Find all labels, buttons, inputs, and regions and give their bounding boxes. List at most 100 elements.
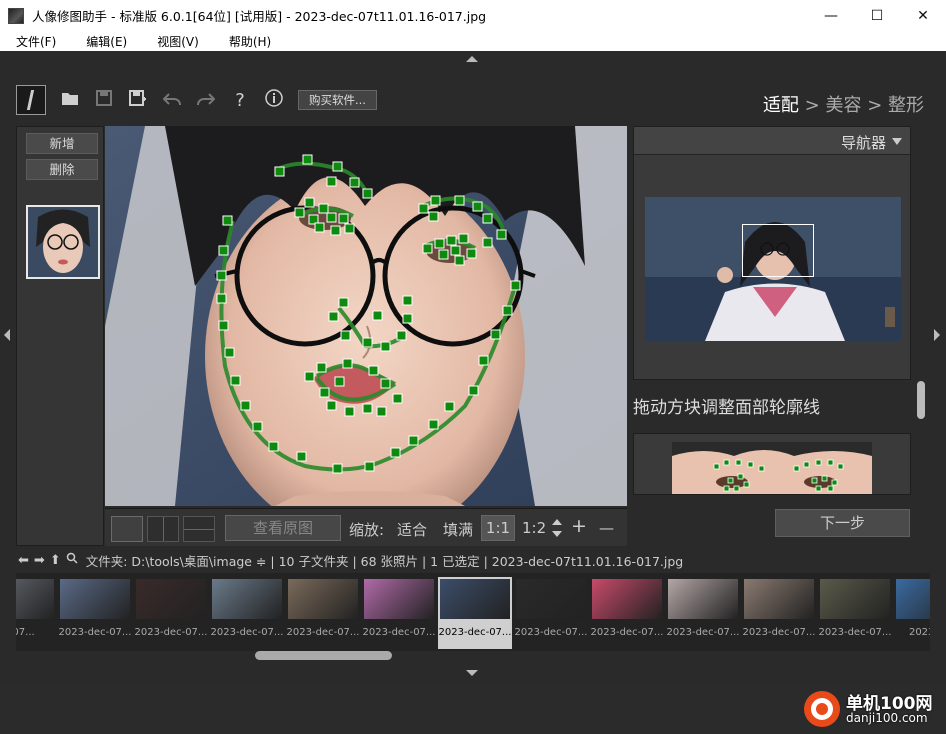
search-icon[interactable] <box>66 552 78 568</box>
main-area: ? 购买软件... 适配 > 美容 > 整形 新增 删除 查看原图 缩放: 适合… <box>0 51 946 727</box>
filmstrip-scrollbar[interactable] <box>255 651 392 660</box>
filmstrip-item[interactable]: 2023-dec-07... <box>58 577 132 649</box>
step-reshape[interactable]: 整形 <box>888 95 924 116</box>
collapse-left-arrow-icon[interactable] <box>4 329 10 341</box>
close-button[interactable]: ✕ <box>900 0 946 31</box>
single-view-icon[interactable] <box>111 516 143 542</box>
filmstrip-thumbnail[interactable] <box>136 579 206 619</box>
filmstrip-item[interactable]: 2023-dec-07... <box>438 577 512 649</box>
collapse-top-arrow-icon[interactable] <box>466 56 478 62</box>
filmstrip-item[interactable]: 2023-dec-07... <box>742 577 816 649</box>
app-logo-icon <box>16 85 46 115</box>
zoom-in-icon[interactable]: + <box>571 515 587 537</box>
view-original-button[interactable]: 查看原图 <box>225 515 341 541</box>
filmstrip-thumbnail[interactable] <box>60 579 130 619</box>
filmstrip-thumbnail[interactable] <box>212 579 282 619</box>
maximize-button[interactable]: ☐ <box>854 0 900 31</box>
filmstrip-thumbnail[interactable] <box>896 579 930 619</box>
chevron-down-icon[interactable] <box>892 138 902 145</box>
menu-file[interactable]: 文件(F) <box>16 33 56 50</box>
forward-arrow-icon[interactable]: ➡ <box>34 553 45 568</box>
open-folder-icon[interactable] <box>60 90 80 111</box>
window-title: 人像修图助手 - 标准版 6.0.1[64位] [试用版] - 2023-dec… <box>32 9 487 24</box>
zoom-1-2-button[interactable]: 1:2 <box>522 519 546 537</box>
app-icon <box>8 7 24 24</box>
path-bar: ⬅ ➡ ⬆ 文件夹: D:\tools\桌面\image ≑ | 10 子文件夹… <box>0 548 946 572</box>
zoom-1-1-button[interactable]: 1:1 <box>481 515 515 541</box>
watermark-url: danji100.com <box>846 711 928 725</box>
watermark-logo-icon <box>804 691 840 727</box>
navigator-viewport-frame[interactable] <box>742 224 814 277</box>
filmstrip-item[interactable]: 2023-dec-07... <box>818 577 892 649</box>
filmstrip-thumbnail[interactable] <box>592 579 662 619</box>
filmstrip-label: 2023-dec-07... <box>362 627 436 638</box>
info-icon[interactable] <box>264 88 284 112</box>
filmstrip-thumbnail[interactable] <box>364 579 434 619</box>
add-face-button[interactable]: 新增 <box>26 133 98 154</box>
portrait-with-landmarks[interactable] <box>105 126 627 506</box>
zoom-label: 缩放: <box>349 521 385 539</box>
filmstrip-item[interactable]: 2023-dec-07... <box>666 577 740 649</box>
step-fit[interactable]: 适配 <box>763 95 799 116</box>
filmstrip-thumbnail[interactable] <box>820 579 890 619</box>
undo-icon[interactable] <box>162 90 182 111</box>
step-separator: > <box>861 95 888 116</box>
filmstrip-item[interactable]: 2023-dec-07... <box>362 577 436 649</box>
navigator-header[interactable]: 导航器 <box>634 127 910 155</box>
buy-software-button[interactable]: 购买软件... <box>298 90 377 110</box>
zoom-out-icon[interactable]: — <box>599 519 614 537</box>
right-panel-scrollbar[interactable] <box>917 381 925 419</box>
navigator-title: 导航器 <box>840 134 886 152</box>
menu-help[interactable]: 帮助(H) <box>229 33 271 50</box>
filmstrip-thumbnail[interactable] <box>516 579 586 619</box>
filmstrip: c-07...2023-dec-07...2023-dec-07...2023-… <box>16 573 930 651</box>
split-horizontal-icon[interactable] <box>183 516 215 542</box>
zoom-fit-button[interactable]: 适合 <box>397 519 427 540</box>
face-thumbnail[interactable] <box>26 205 100 279</box>
filmstrip-thumbnail[interactable] <box>668 579 738 619</box>
collapse-right-arrow-icon[interactable] <box>934 329 940 341</box>
zoom-fill-button[interactable]: 填满 <box>443 519 473 540</box>
filmstrip-thumbnail[interactable] <box>288 579 358 619</box>
navigator-preview[interactable] <box>645 197 901 341</box>
minimize-button[interactable]: — <box>808 0 854 31</box>
filmstrip-item[interactable]: 2023-c... <box>894 577 930 649</box>
help-icon[interactable]: ? <box>230 90 250 111</box>
filmstrip-thumbnail[interactable] <box>440 579 510 619</box>
menu-view[interactable]: 视图(V) <box>157 33 199 50</box>
filmstrip-item[interactable]: c-07... <box>16 577 56 649</box>
workflow-steps: 适配 > 美容 > 整形 <box>763 91 924 117</box>
save-as-icon[interactable] <box>128 89 148 111</box>
up-arrow-icon[interactable]: ⬆ <box>50 553 61 568</box>
delete-face-button[interactable]: 删除 <box>26 159 98 180</box>
filmstrip-item[interactable]: 2023-dec-07... <box>134 577 208 649</box>
title-bar: 人像修图助手 - 标准版 6.0.1[64位] [试用版] - 2023-dec… <box>0 0 946 31</box>
split-vertical-icon[interactable] <box>147 516 179 542</box>
photo-canvas[interactable] <box>105 126 627 506</box>
filmstrip-item[interactable]: 2023-dec-07... <box>590 577 664 649</box>
filmstrip-label: c-07... <box>16 627 35 638</box>
folder-path-text[interactable]: 文件夹: D:\tools\桌面\image ≑ | 10 子文件夹 | 68 … <box>86 551 684 570</box>
filmstrip-item[interactable]: 2023-dec-07... <box>514 577 588 649</box>
redo-icon[interactable] <box>196 90 216 111</box>
filmstrip-label: 2023-dec-07... <box>438 627 512 638</box>
face-list-panel: 新增 删除 <box>16 126 104 546</box>
collapse-bottom-arrow-icon[interactable] <box>466 670 478 676</box>
filmstrip-item[interactable]: 2023-dec-07... <box>210 577 284 649</box>
site-watermark: 单机100网 danji100.com <box>800 687 946 734</box>
toolbar: ? 购买软件... <box>16 85 377 115</box>
guide-image <box>633 433 911 495</box>
back-arrow-icon[interactable]: ⬅ <box>18 553 29 568</box>
zoom-stepper-icon[interactable] <box>551 519 563 539</box>
menu-edit[interactable]: 编辑(E) <box>86 33 127 50</box>
next-step-button[interactable]: 下一步 <box>775 509 910 537</box>
save-icon[interactable] <box>94 89 114 111</box>
filmstrip-label: 2023-c... <box>908 627 930 638</box>
menu-bar: 文件(F) 编辑(E) 视图(V) 帮助(H) <box>0 31 946 51</box>
step-beauty[interactable]: 美容 <box>825 95 861 116</box>
filmstrip-item[interactable]: 2023-dec-07... <box>286 577 360 649</box>
filmstrip-thumbnail[interactable] <box>16 579 54 619</box>
filmstrip-thumbnail[interactable] <box>744 579 814 619</box>
filmstrip-label: 2023-dec-07... <box>742 627 816 638</box>
filmstrip-label: 2023-dec-07... <box>590 627 664 638</box>
